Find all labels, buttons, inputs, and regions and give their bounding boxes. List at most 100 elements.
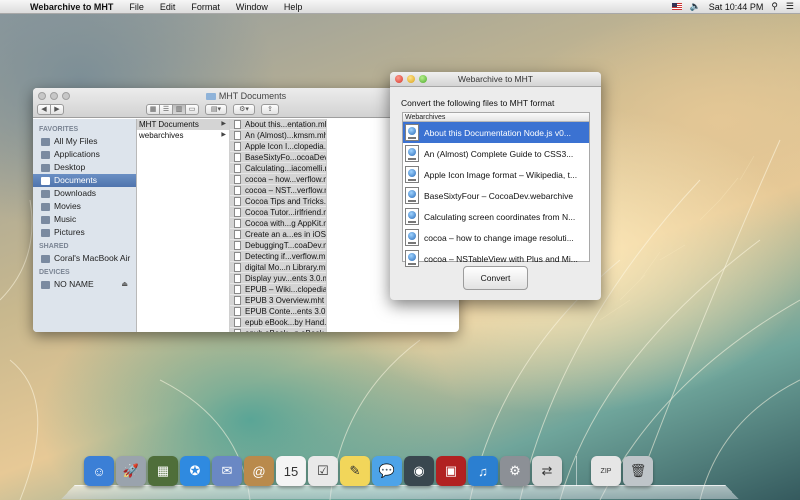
dialog-titlebar: Webarchive to MHT	[390, 72, 601, 87]
menu-edit[interactable]: Edit	[152, 0, 184, 14]
sidebar-item-label: Pictures	[54, 227, 85, 237]
file-row[interactable]: BaseSixtyFo...ocoaDev.mht	[230, 152, 326, 163]
launchpad-icon[interactable]: 🚀	[116, 456, 146, 486]
mht-document-icon	[234, 241, 241, 250]
list-view-icon[interactable]: ☰	[159, 103, 173, 115]
mht-document-icon	[234, 197, 241, 206]
file-row[interactable]: Cocoa Tutor...irlfriend.mht	[230, 207, 326, 218]
sidebar-item-pictures[interactable]: Pictures	[33, 226, 136, 239]
webarchive-list[interactable]: Webarchives About this Documentation Nod…	[402, 112, 590, 267]
webarchive-item-label: BaseSixtyFour – CocoaDev.webarchive	[424, 190, 574, 201]
close-button[interactable]	[395, 75, 403, 83]
sidebar-item-applications[interactable]: Applications	[33, 148, 136, 161]
contacts-icon[interactable]: @	[244, 456, 274, 486]
facetime-icon[interactable]: ◉	[404, 456, 434, 486]
file-row[interactable]: cocoa – NST...verflow.mht	[230, 185, 326, 196]
file-name: Cocoa Tutor...irlfriend.mht	[245, 208, 326, 217]
applications-icon	[41, 150, 50, 159]
file-row[interactable]: digital Mo...n Library.mht	[230, 262, 326, 273]
sidebar-item-music[interactable]: Music	[33, 213, 136, 226]
webarchive-list-item[interactable]: About this Documentation Node.js v0...	[403, 122, 589, 143]
messages-icon[interactable]: 💬	[372, 456, 402, 486]
input-source-flag-icon[interactable]	[671, 3, 682, 10]
file-row[interactable]: Display yuv...ents 3.0.mht	[230, 273, 326, 284]
itunes-icon[interactable]: ♫	[468, 456, 498, 486]
finder-sidebar: FAVORITES All My Files Applications Desk…	[33, 119, 137, 332]
menu-help[interactable]: Help	[276, 0, 311, 14]
file-row[interactable]: About this...entation.mht	[230, 119, 326, 130]
webarchive-list-item[interactable]: An (Almost) Complete Guide to CSS3...	[403, 143, 589, 164]
forward-button[interactable]: ▶	[50, 103, 64, 115]
menu-clock[interactable]: Sat 10:44 PM	[709, 2, 764, 12]
disk-icon	[41, 280, 50, 289]
notification-center-icon[interactable]: ☰	[786, 1, 794, 12]
file-row[interactable]: Apple Icon I...clopedia.mht	[230, 141, 326, 152]
sidebar-item-label: NO NAME	[54, 279, 94, 289]
folder-name: webarchives	[139, 131, 184, 140]
file-row[interactable]: An (Almost)...kmsm.mht	[230, 130, 326, 141]
menu-file[interactable]: File	[121, 0, 152, 14]
archive-zip-icon[interactable]: ZIP	[591, 456, 621, 486]
file-row[interactable]: cocoa – how...verflow.mht	[230, 174, 326, 185]
webarchive-list-item[interactable]: cocoa – how to change image resoluti...	[403, 227, 589, 248]
trash-icon[interactable]: 🗑	[623, 456, 653, 486]
volume-icon[interactable]: 🔈	[690, 1, 701, 12]
calendar-icon[interactable]: 15	[276, 456, 306, 486]
file-row[interactable]: Detecting if...verflow.mht	[230, 251, 326, 262]
zoom-button[interactable]	[419, 75, 427, 83]
eject-icon[interactable]: ⏏	[121, 278, 128, 291]
file-row[interactable]: EPUB Conte...ents 3.0.mht	[230, 306, 326, 317]
mail-icon[interactable]: ✉	[212, 456, 242, 486]
dialog-title: Webarchive to MHT	[458, 74, 533, 84]
webarchive-list-item[interactable]: Apple Icon Image format – Wikipedia, t..…	[403, 164, 589, 185]
dock-shelf	[61, 485, 739, 500]
icon-view-icon[interactable]: ▦	[146, 103, 160, 115]
sidebar-item-device-no-name[interactable]: NO NAME ⏏	[33, 278, 136, 291]
mission-control-icon[interactable]: ▦	[148, 456, 178, 486]
sidebar-item-shared-computer[interactable]: Coral's MacBook Air	[33, 252, 136, 265]
spotlight-search-icon[interactable]: ⚲	[771, 1, 778, 12]
file-row[interactable]: EPUB – Wiki...clopedia.mht	[230, 284, 326, 295]
folder-row-webarchives[interactable]: webarchives ▶	[137, 130, 229, 141]
file-row[interactable]: Cocoa with...g AppKit.mht	[230, 218, 326, 229]
file-name: DebuggingT...coaDev.mht	[245, 241, 326, 250]
sidebar-item-movies[interactable]: Movies	[33, 200, 136, 213]
notes-icon[interactable]: ✎	[340, 456, 370, 486]
sidebar-item-desktop[interactable]: Desktop	[33, 161, 136, 174]
menu-app-name[interactable]: Webarchive to MHT	[22, 0, 121, 14]
file-row[interactable]: epub eBook...by Hand.mht	[230, 317, 326, 328]
file-row[interactable]: EPUB 3 Overview.mht	[230, 295, 326, 306]
arrange-button[interactable]: ▤▾	[205, 103, 227, 115]
file-name: EPUB – Wiki...clopedia.mht	[245, 285, 326, 294]
webarchive-file-icon	[405, 145, 419, 162]
finder-icon[interactable]: ☺	[84, 456, 114, 486]
action-gear-icon[interactable]: ⚙▾	[233, 103, 255, 115]
system-preferences-icon[interactable]: ⚙	[500, 456, 530, 486]
reminders-icon[interactable]: ☑	[308, 456, 338, 486]
file-row[interactable]: Calculating...iacomelli.mht	[230, 163, 326, 174]
minimize-button[interactable]	[407, 75, 415, 83]
webarchive-list-item[interactable]: Calculating screen coordinates from N...	[403, 206, 589, 227]
safari-icon[interactable]: ✪	[180, 456, 210, 486]
sidebar-item-all-my-files[interactable]: All My Files	[33, 135, 136, 148]
photo-booth-icon[interactable]: ▣	[436, 456, 466, 486]
file-row[interactable]: Cocoa Tips and Tricks.mht	[230, 196, 326, 207]
file-row[interactable]: epub eBook...n eBook.mht	[230, 328, 326, 332]
column-view-icon[interactable]: ▥	[172, 103, 186, 115]
share-button[interactable]: ⇪	[261, 103, 279, 115]
back-button[interactable]: ◀	[37, 103, 51, 115]
cover-flow-icon[interactable]: ▭	[185, 103, 199, 115]
menu-format[interactable]: Format	[183, 0, 228, 14]
convert-button[interactable]: Convert	[463, 266, 528, 290]
webarchive-to-mht-icon[interactable]: ⇄	[532, 456, 562, 486]
list-column-header[interactable]: Webarchives	[403, 113, 589, 122]
file-row[interactable]: DebuggingT...coaDev.mht	[230, 240, 326, 251]
mht-document-icon	[234, 131, 241, 140]
menu-window[interactable]: Window	[228, 0, 276, 14]
file-name: Calculating...iacomelli.mht	[245, 164, 326, 173]
sidebar-item-downloads[interactable]: Downloads	[33, 187, 136, 200]
webarchive-list-item[interactable]: BaseSixtyFour – CocoaDev.webarchive	[403, 185, 589, 206]
folder-row-mht-documents[interactable]: MHT Documents ▶	[137, 119, 229, 130]
sidebar-item-documents[interactable]: Documents	[33, 174, 136, 187]
file-row[interactable]: Create an a...es in iOS.mht	[230, 229, 326, 240]
